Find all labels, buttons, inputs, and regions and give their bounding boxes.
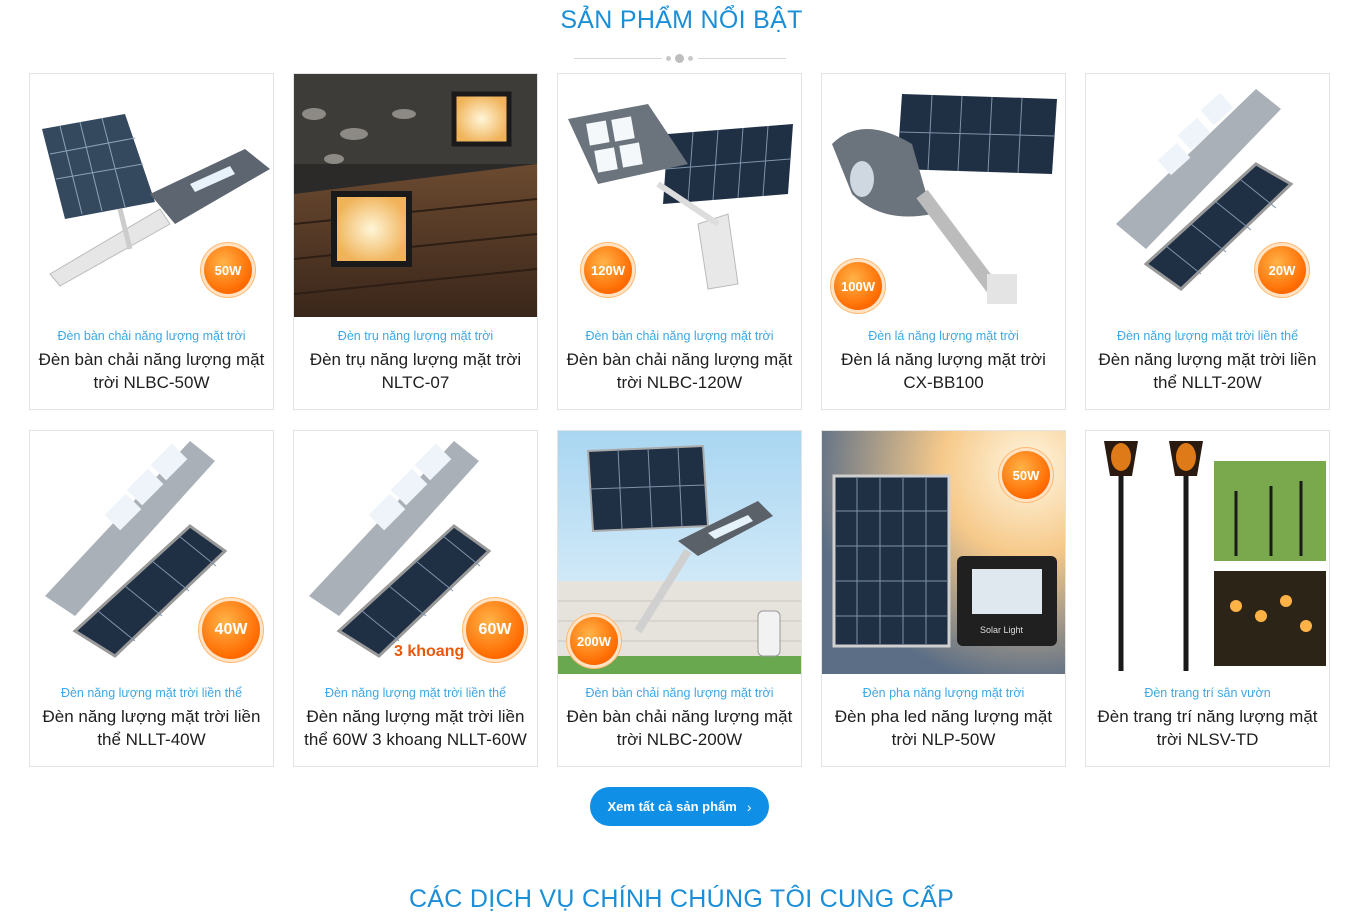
- product-card[interactable]: Đèn trụ năng lượng mặt trời Đèn trụ năng…: [293, 73, 538, 410]
- product-name[interactable]: Đèn bàn chải năng lượng mặt trời NLBC-20…: [566, 705, 793, 751]
- view-all-label: Xem tất cả sản phẩm: [607, 799, 737, 814]
- product-name[interactable]: Đèn trang trí năng lượng mặt trời NLSV-T…: [1094, 705, 1321, 751]
- product-card[interactable]: 100W Đèn lá năng lượng mặt trời Đèn lá n…: [821, 73, 1066, 410]
- wattage-badge: 20W: [1258, 246, 1306, 294]
- services-title: CÁC DỊCH VỤ CHÍNH CHÚNG TÔI CUNG CẤP: [408, 885, 955, 913]
- product-category[interactable]: Đèn bàn chải năng lượng mặt trời: [30, 329, 273, 343]
- wattage-badge: 50W: [1002, 451, 1050, 499]
- product-category[interactable]: Đèn trụ năng lượng mặt trời: [294, 329, 537, 343]
- product-card[interactable]: 40W Đèn năng lượng mặt trời liền thể Đèn…: [29, 430, 274, 767]
- product-image[interactable]: 3 khoang 60W: [294, 431, 537, 674]
- product-name[interactable]: Đèn năng lượng mặt trời liền thể NLLT-40…: [38, 705, 265, 751]
- product-card[interactable]: 20W Đèn năng lượng mặt trời liền thể Đèn…: [1085, 73, 1330, 410]
- product-image[interactable]: 120W: [558, 74, 801, 317]
- product-feature-label: 3 khoang: [394, 643, 464, 660]
- product-card[interactable]: 3 khoang 60W Đèn năng lượng mặt trời liề…: [293, 430, 538, 767]
- product-image[interactable]: 50W: [30, 74, 273, 317]
- product-card[interactable]: 120W Đèn bàn chải năng lượng mặt trời Đè…: [557, 73, 802, 410]
- product-card[interactable]: 50W Đèn bàn chải năng lượng mặt trời Đèn…: [29, 73, 274, 410]
- product-category[interactable]: Đèn bàn chải năng lượng mặt trời: [558, 329, 801, 343]
- product-feature-label: Solar Light: [980, 625, 1024, 635]
- product-image[interactable]: [1086, 431, 1329, 674]
- product-card[interactable]: Solar Light 50W Đèn pha năng lượng mặt t…: [821, 430, 1066, 767]
- product-card[interactable]: Đèn trang trí sân vườn Đèn trang trí năn…: [1085, 430, 1330, 767]
- section-title: SẢN PHẨM NỔI BẬT: [560, 6, 803, 34]
- title-divider: [574, 54, 786, 63]
- product-image[interactable]: 100W: [822, 74, 1065, 317]
- wattage-badge: 40W: [202, 601, 260, 659]
- product-card[interactable]: 200W Đèn bàn chải năng lượng mặt trời Đè…: [557, 430, 802, 767]
- product-category[interactable]: Đèn năng lượng mặt trời liền thể: [1086, 329, 1329, 343]
- product-name[interactable]: Đèn bàn chải năng lượng mặt trời NLBC-50…: [38, 348, 265, 394]
- wattage-badge: 60W: [466, 601, 524, 659]
- product-image[interactable]: 40W: [30, 431, 273, 674]
- wattage-badge: 200W: [570, 617, 618, 665]
- view-all-products-button[interactable]: Xem tất cả sản phẩm ›: [590, 787, 769, 826]
- product-name[interactable]: Đèn trụ năng lượng mặt trời NLTC-07: [302, 348, 529, 394]
- product-image[interactable]: 20W: [1086, 74, 1329, 317]
- product-image[interactable]: Solar Light 50W: [822, 431, 1065, 674]
- product-name[interactable]: Đèn năng lượng mặt trời liền thể 60W 3 k…: [302, 705, 529, 751]
- wattage-badge: 120W: [584, 246, 632, 294]
- chevron-right-icon: ›: [746, 798, 752, 815]
- product-category[interactable]: Đèn năng lượng mặt trời liền thể: [294, 686, 537, 700]
- product-name[interactable]: Đèn bàn chải năng lượng mặt trời NLBC-12…: [566, 348, 793, 394]
- product-image[interactable]: 200W: [558, 431, 801, 674]
- product-category[interactable]: Đèn năng lượng mặt trời liền thể: [30, 686, 273, 700]
- product-category[interactable]: Đèn trang trí sân vườn: [1086, 686, 1329, 700]
- product-name[interactable]: Đèn năng lượng mặt trời liền thể NLLT-20…: [1094, 348, 1321, 394]
- product-name[interactable]: Đèn lá năng lượng mặt trời CX-BB100: [830, 348, 1057, 394]
- product-category[interactable]: Đèn lá năng lượng mặt trời: [822, 329, 1065, 343]
- product-image[interactable]: [294, 74, 537, 317]
- product-name[interactable]: Đèn pha led năng lượng mặt trời NLP-50W: [830, 705, 1057, 751]
- product-category[interactable]: Đèn bàn chải năng lượng mặt trời: [558, 686, 801, 700]
- wattage-badge: 50W: [204, 246, 252, 294]
- product-category[interactable]: Đèn pha năng lượng mặt trời: [822, 686, 1065, 700]
- wattage-badge: 100W: [834, 262, 882, 310]
